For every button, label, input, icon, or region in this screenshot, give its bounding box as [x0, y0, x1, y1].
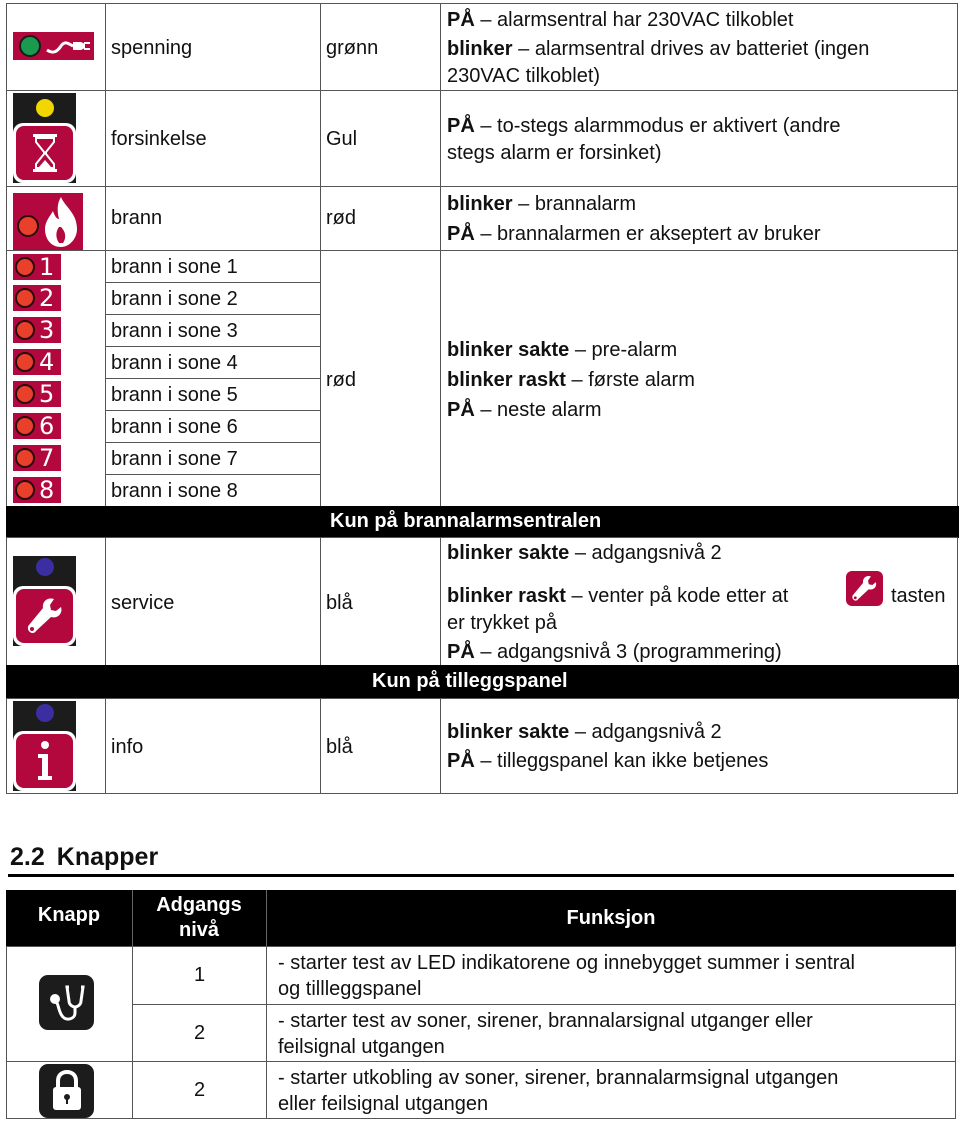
power-plug-icon: [13, 32, 94, 60]
function-cell: - starter test av soner, sirener, branna…: [266, 1004, 956, 1062]
function-text: eller feilsignal utgangen: [278, 1093, 489, 1115]
led-description: blinker sakte – adgangsnivå 2 blinker ra…: [440, 537, 958, 666]
function-text: - starter test av LED indikatorene og in…: [278, 952, 855, 974]
icon-cell: [6, 186, 106, 251]
function-text: - starter test av soner, sirener, branna…: [278, 1010, 813, 1032]
led-color: blå: [326, 592, 353, 614]
zone-name: brann i sone 3: [111, 320, 238, 342]
function-text: og tillleggspanel: [278, 978, 422, 1000]
access-level-cell: 2: [132, 1061, 267, 1119]
led-description: blinker sakte – pre-alarm blinker raskt …: [440, 250, 958, 507]
wrench-icon: [846, 571, 883, 606]
access-level: 1: [193, 964, 206, 986]
led-description: blinker sakte – adgangsnivå 2 PÅ – tille…: [440, 698, 958, 794]
led-color: blå: [326, 736, 353, 758]
zone-row: brann i sone 2: [105, 282, 321, 315]
led-name: forsinkelse: [111, 128, 207, 150]
button-icon-cell: [6, 946, 133, 1062]
zone-row: brann i sone 4: [105, 346, 321, 379]
led-red: [17, 215, 39, 237]
zone-row: brann i sone 5: [105, 378, 321, 411]
icon-cell: [6, 537, 106, 666]
access-level: 2: [193, 1022, 206, 1044]
button-icon-cell: [6, 1061, 133, 1119]
icon-cell: [6, 90, 106, 187]
stethoscope-icon[interactable]: [39, 975, 94, 1030]
led-color: Gul: [326, 128, 358, 150]
wrench-icon: [13, 556, 76, 646]
led-description: blinker – brannalarm PÅ – brannalarmen e…: [440, 186, 958, 251]
zone-row: brann i sone 7: [105, 442, 321, 475]
led-description: PÅ – to-stegs alarmmodus er aktivert (an…: [440, 90, 958, 187]
header-access-level: Adgangs nivå: [156, 894, 242, 941]
header-function: Funksjon: [566, 907, 656, 929]
padlock-icon[interactable]: [39, 1064, 94, 1118]
section-band-central: Kun på brannalarmsentralen: [6, 506, 959, 538]
zone-icon-column: [6, 250, 106, 507]
zone-name: brann i sone 4: [111, 352, 238, 374]
led-color: grønn: [326, 37, 379, 59]
header-button: Knapp: [37, 904, 101, 926]
led-blue: [36, 558, 54, 576]
access-level-cell: 1: [132, 946, 267, 1005]
zone-name: brann i sone 1: [111, 256, 238, 278]
section-band-panel: Kun på tilleggspanel: [6, 665, 959, 699]
hourglass-icon: [13, 93, 76, 183]
function-text: - starter utkobling av soner, sirener, b…: [278, 1067, 839, 1089]
led-name: spenning: [111, 37, 193, 59]
led-blue: [36, 704, 54, 722]
function-cell: - starter test av LED indikatorene og in…: [266, 946, 956, 1005]
zone-row: brann i sone 1: [105, 250, 321, 283]
info-icon: [13, 701, 76, 791]
icon-cell: [6, 698, 106, 794]
led-name: service: [111, 592, 175, 614]
led-color: rød: [326, 207, 356, 229]
function-text: feilsignal utgangen: [278, 1036, 445, 1058]
led-yellow: [36, 99, 54, 117]
zone-row: brann i sone 6: [105, 410, 321, 443]
zone-row: brann i sone 8: [105, 474, 321, 507]
section-heading: 2.2 Knapper: [10, 843, 159, 871]
led-name: brann: [111, 207, 163, 229]
led-color: rød: [326, 369, 356, 391]
led-green: [19, 35, 41, 57]
access-level: 2: [193, 1079, 206, 1101]
zone-name: brann i sone 2: [111, 288, 238, 310]
access-level-cell: 2: [132, 1004, 267, 1062]
zone-name: brann i sone 5: [111, 384, 238, 406]
zone-name: brann i sone 7: [111, 448, 238, 470]
function-cell: - starter utkobling av soner, sirener, b…: [266, 1061, 956, 1119]
heading-underline: [8, 874, 954, 877]
led-name: info: [111, 736, 144, 758]
zone-name: brann i sone 6: [111, 416, 238, 438]
zone-row: brann i sone 3: [105, 314, 321, 347]
zone-name: brann i sone 8: [111, 480, 238, 502]
fire-icon: [13, 193, 83, 251]
led-description: PÅ – alarmsentral har 230VAC tilkoblet b…: [440, 3, 958, 91]
icon-cell: [6, 3, 106, 91]
